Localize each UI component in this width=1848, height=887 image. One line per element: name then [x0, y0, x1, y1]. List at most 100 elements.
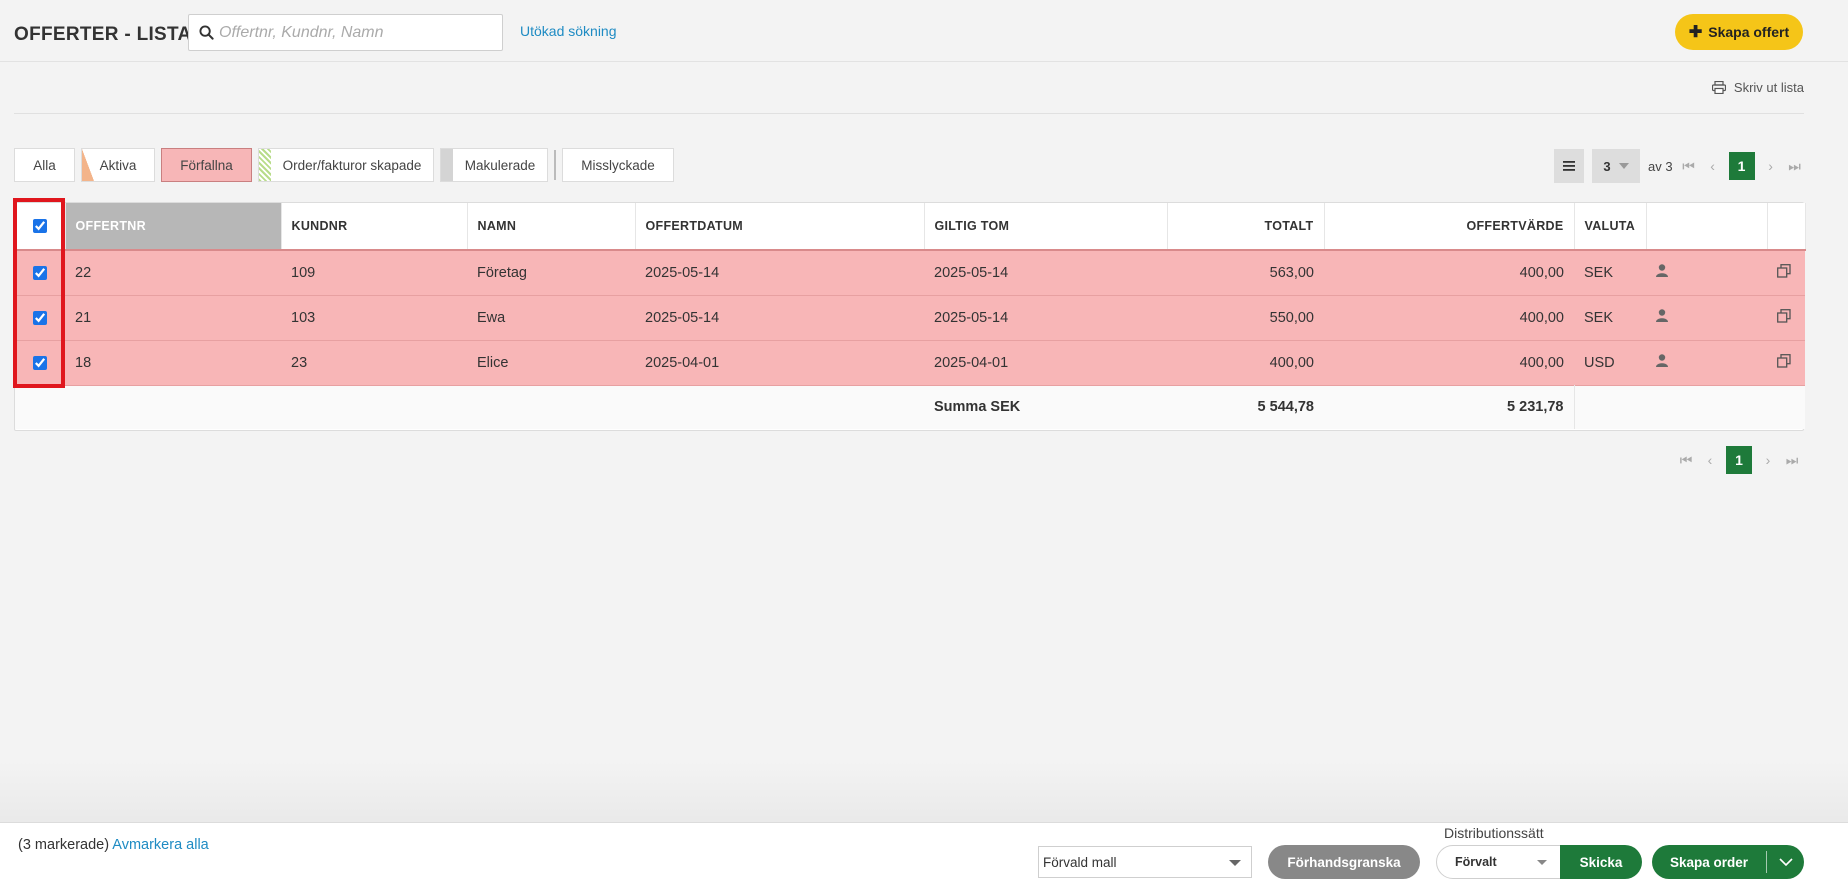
prev-page-icon[interactable]: ‹ — [1702, 452, 1718, 468]
summary-totalt: 5 544,78 — [1257, 399, 1314, 416]
summary-empty — [281, 385, 467, 429]
cell-kundnr: 23 — [291, 354, 308, 371]
filter-orders-created[interactable]: Order/fakturor skapade — [258, 148, 434, 182]
distribution-select[interactable]: Förvalt — [1436, 845, 1562, 879]
column-header-namn[interactable]: NAMN — [467, 203, 636, 251]
first-page-icon[interactable]: ⏮ — [1678, 452, 1694, 469]
prev-page-icon[interactable]: ‹ — [1705, 158, 1721, 174]
create-order-button[interactable]: Skapa order — [1652, 845, 1804, 879]
first-page-icon[interactable]: ⏮ — [1681, 158, 1697, 175]
page-header: OFFERTER - LISTA Utökad sökning ✚ Skapa … — [0, 0, 1848, 62]
column-settings-button[interactable] — [1554, 149, 1584, 183]
column-header-valuta[interactable]: VALUTA — [1574, 203, 1647, 251]
column-header-kundnr[interactable]: KUNDNR — [281, 203, 468, 251]
per-page-value: 3 — [1603, 158, 1611, 174]
next-page-icon[interactable]: › — [1763, 158, 1779, 174]
cell-namn: Företag — [477, 264, 527, 281]
search-box[interactable] — [188, 14, 503, 51]
summary-empty — [1767, 385, 1805, 429]
page-title: OFFERTER - LISTA — [14, 24, 192, 45]
table-row[interactable]: 22 109 Företag 2025-05-14 2025-05-14 563… — [15, 250, 1805, 295]
filter-color-stripe — [82, 149, 94, 181]
search-input[interactable] — [219, 21, 494, 45]
filter-label: Alla — [33, 157, 56, 173]
send-button[interactable]: Skicka — [1560, 845, 1642, 879]
print-list-label: Skriv ut lista — [1733, 80, 1804, 95]
per-page-select[interactable]: 3 — [1592, 149, 1640, 183]
copy-icon[interactable] — [1777, 353, 1791, 368]
filter-voided[interactable]: Makulerade — [440, 148, 548, 182]
hamburger-icon — [1563, 161, 1575, 171]
pagination-top: 3 av 3 ⏮ ‹ 1 › ⏭ — [1554, 149, 1803, 183]
column-header-blank — [1646, 203, 1768, 251]
cell-giltig-tom: 2025-04-01 — [934, 354, 1009, 371]
print-list-button[interactable]: Skriv ut lista — [1711, 80, 1804, 95]
cell-offertdatum: 2025-05-14 — [645, 309, 720, 326]
template-select[interactable]: Förvald mall — [1038, 846, 1252, 878]
caret-down-icon — [1229, 860, 1241, 866]
deselect-all-link[interactable]: Avmarkera alla — [112, 837, 208, 853]
page-number-button[interactable]: 1 — [1726, 446, 1752, 474]
next-page-icon[interactable]: › — [1760, 452, 1776, 468]
cell-offertnr: 22 — [75, 264, 92, 281]
filter-active[interactable]: Aktiva — [81, 148, 155, 182]
column-header-totalt[interactable]: TOTALT — [1167, 203, 1325, 251]
copy-icon[interactable] — [1777, 308, 1791, 323]
offers-table: OFFERTNR KUNDNR NAMN OFFERTDATUM GILTIG … — [14, 202, 1806, 431]
cell-customer — [1646, 250, 1767, 295]
filter-all[interactable]: Alla — [14, 148, 75, 182]
filter-label: Aktiva — [99, 157, 137, 173]
row-select-cell — [15, 295, 65, 340]
row-checkbox[interactable] — [33, 355, 47, 370]
column-header-offertnr[interactable]: OFFERTNR — [65, 203, 282, 251]
filter-overdue[interactable]: Förfallna — [161, 148, 252, 182]
cell-copy — [1767, 250, 1805, 295]
cell-namn: Ewa — [477, 309, 506, 326]
cell-valuta: USD — [1584, 354, 1615, 371]
last-page-icon[interactable]: ⏭ — [1787, 158, 1803, 175]
summary-empty — [15, 385, 65, 429]
marked-count: (3 markerade) — [18, 837, 110, 853]
chevron-down-icon[interactable] — [1767, 858, 1804, 866]
filter-divider — [554, 150, 556, 180]
column-header-giltig-tom[interactable]: GILTIG TOM — [924, 203, 1168, 251]
distribution-value: Förvalt — [1455, 855, 1497, 869]
select-all-checkbox[interactable] — [32, 219, 47, 234]
user-icon[interactable] — [1656, 354, 1668, 367]
cell-copy — [1767, 295, 1805, 340]
column-header-offertdatum[interactable]: OFFERTDATUM — [635, 203, 925, 251]
cell-totalt: 563,00 — [1269, 264, 1314, 281]
caret-down-icon — [1618, 163, 1629, 169]
cell-customer — [1646, 295, 1767, 340]
selection-summary: (3 markerade) Avmarkera alla — [18, 837, 209, 853]
user-icon[interactable] — [1656, 309, 1668, 322]
summary-empty — [635, 385, 924, 429]
preview-button[interactable]: Förhandsgranska — [1268, 845, 1420, 879]
template-value: Förvald mall — [1043, 854, 1117, 870]
select-all-cell — [15, 203, 66, 251]
summary-empty — [65, 385, 281, 429]
user-icon[interactable] — [1656, 264, 1668, 278]
copy-icon[interactable] — [1777, 263, 1791, 278]
column-header-offertvarde[interactable]: OFFERTVÄRDE — [1324, 203, 1575, 251]
cell-offertdatum: 2025-05-14 — [645, 264, 720, 281]
page-number-button[interactable]: 1 — [1728, 152, 1755, 180]
filter-failed[interactable]: Misslyckade — [562, 148, 674, 182]
create-offer-button[interactable]: ✚ Skapa offert — [1675, 14, 1803, 50]
row-checkbox[interactable] — [33, 310, 47, 325]
advanced-search-link[interactable]: Utökad sökning — [520, 23, 617, 39]
filter-label: Förfallna — [180, 157, 233, 173]
cell-offertvarde: 400,00 — [1519, 309, 1564, 326]
summary-label: Summa SEK — [934, 399, 1021, 416]
last-page-icon[interactable]: ⏭ — [1784, 452, 1800, 469]
table-row[interactable]: 18 23 Elice 2025-04-01 2025-04-01 400,00… — [15, 340, 1805, 385]
filter-color-stripe — [441, 149, 453, 181]
summary-empty — [467, 385, 635, 429]
distribution-label: Distributionssätt — [1444, 825, 1544, 841]
table-row[interactable]: 21 103 Ewa 2025-05-14 2025-05-14 550,00 … — [15, 295, 1805, 340]
search-icon — [199, 25, 214, 40]
cell-valuta: SEK — [1584, 309, 1614, 326]
cell-offertdatum: 2025-04-01 — [645, 354, 720, 371]
row-checkbox[interactable] — [33, 265, 47, 280]
cell-kundnr: 109 — [291, 264, 316, 281]
